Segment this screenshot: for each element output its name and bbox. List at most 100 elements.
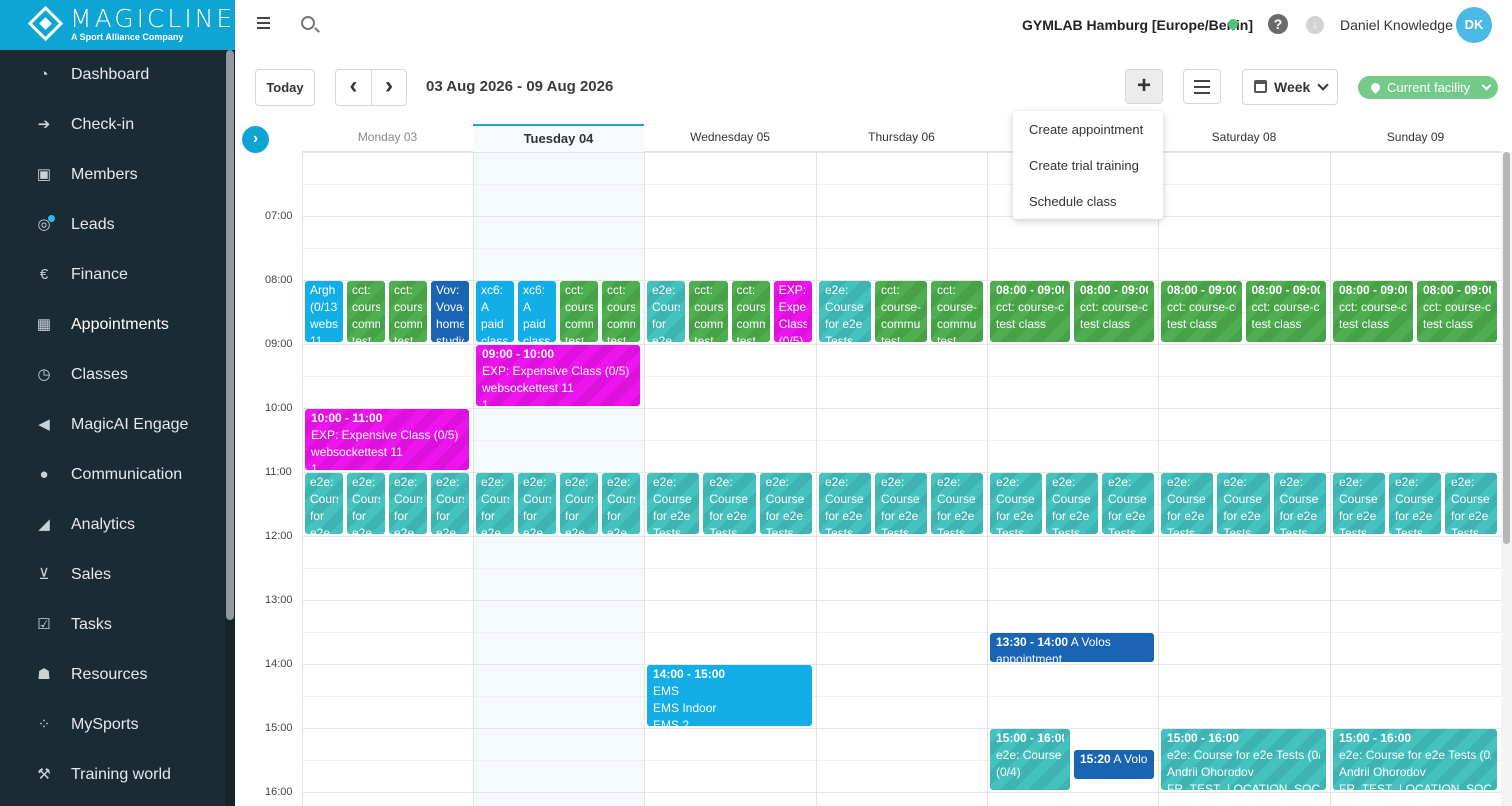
sidebar-item-leads[interactable]: ◎ Leads bbox=[0, 200, 228, 250]
day-header[interactable]: Thursday 06 bbox=[816, 124, 987, 152]
calendar-event[interactable]: cct: course-communication test class bbox=[731, 281, 770, 342]
calendar-event[interactable]: 10:00 - 11:00 EXP: Expensive Class (0/5) w… bbox=[305, 409, 469, 470]
calendar-event[interactable]: cct: course-communication test class bbox=[347, 281, 385, 342]
calendar-event[interactable]: 15:20 A Volos appointment bbox=[1074, 750, 1154, 780]
calendar-event[interactable]: 13:30 - 14:00 A Volos appointment bbox=[990, 633, 1154, 662]
calendar-event[interactable]: cct: course-communication test class bbox=[560, 281, 598, 342]
sidebar-item-sales[interactable]: ⊻ Sales bbox=[0, 550, 228, 600]
calendar-scrollbar-thumb[interactable] bbox=[1503, 152, 1510, 544]
sidebar-scrollbar-thumb[interactable] bbox=[226, 50, 234, 620]
add-button[interactable]: + bbox=[1125, 69, 1163, 104]
today-button[interactable]: Today bbox=[255, 69, 315, 106]
sidebar-item-finance[interactable]: € Finance bbox=[0, 250, 228, 300]
calendar-event[interactable]: cct: course-communication test class bbox=[931, 281, 983, 342]
calendar-event[interactable]: 09:00 - 10:00 EXP: Expensive Class (0/5) w… bbox=[476, 345, 640, 406]
sidebar-item-analytics[interactable]: ◢ Analytics bbox=[0, 500, 228, 550]
sidebar-item-magicai-engage[interactable]: ◀ MagicAI Engage bbox=[0, 400, 228, 450]
calendar-event[interactable]: e2e: Course for e2e Tests bbox=[819, 281, 871, 342]
sidebar-item-check-in[interactable]: ➔ Check-in bbox=[0, 100, 228, 150]
calendar-event[interactable]: e2e: Course for e2e Tests bbox=[990, 473, 1042, 534]
calendar-event[interactable]: e2e: Course for e2e Tests bbox=[1161, 473, 1214, 534]
day-header[interactable]: Monday 03 bbox=[302, 124, 473, 152]
calendar-event[interactable]: e2e: Course for e2e Tests bbox=[647, 473, 700, 534]
calendar-event[interactable]: e2e: Course for e2e Tests bbox=[431, 473, 469, 534]
day-header[interactable]: Saturday 08 bbox=[1158, 124, 1330, 152]
calendar-event[interactable]: e2e: Course for e2e Tests bbox=[389, 473, 427, 534]
calendar-event[interactable]: e2e: Course for e2e Tests bbox=[305, 473, 343, 534]
calendar-event[interactable]: 08:00 - 09:00 cct: course-communication te… bbox=[1333, 281, 1413, 342]
calendar-event[interactable]: 08:00 - 09:00 cct: course-communication te… bbox=[1074, 281, 1154, 342]
calendar-event[interactable]: cct: course-communication test class bbox=[689, 281, 728, 342]
menu-item-create-trial-training[interactable]: Create trial training bbox=[1029, 158, 1139, 174]
calendar-event[interactable]: e2e: Course for e2e Tests bbox=[1445, 473, 1497, 534]
sidebar-item-classes[interactable]: ◷ Classes bbox=[0, 350, 228, 400]
calendar-event[interactable]: cct: course-communication test class bbox=[875, 281, 927, 342]
day-header[interactable]: Wednesday 05 bbox=[644, 124, 816, 152]
facility-selector[interactable]: GYMLAB Hamburg [Europe/Berlin] bbox=[1022, 17, 1253, 33]
sidebar-item-resources[interactable]: ☗ Resources bbox=[0, 650, 228, 700]
calendar-event[interactable]: Vov: Vova-home studio bbox=[431, 281, 469, 342]
menu-item-schedule-class[interactable]: Schedule class bbox=[1029, 194, 1116, 210]
sidebar-scrollbar[interactable] bbox=[225, 50, 235, 806]
sidebar-item-training-world[interactable]: ⚒ Training world bbox=[0, 750, 228, 800]
expand-panel-button[interactable]: › bbox=[242, 126, 269, 153]
calendar-grid[interactable]: 07:00 08:00 09:00 10:00 11:00 12:00 13:00 14:00… bbox=[235, 152, 1501, 806]
help-icon[interactable]: ? bbox=[1268, 14, 1288, 34]
calendar-event[interactable]: 15:00 - 16:00 e2e: Course for e2e Tests (0… bbox=[990, 729, 1070, 790]
sidebar-item-tasks[interactable]: ☑ Tasks bbox=[0, 600, 228, 650]
calendar-event[interactable]: 08:00 - 09:00 cct: course-communication te… bbox=[1245, 281, 1326, 342]
prev-week-button[interactable]: ‹ bbox=[336, 70, 372, 105]
calendar-event[interactable]: e2e: Course for e2e Tests bbox=[560, 473, 598, 534]
check-in-icon: ➔ bbox=[37, 116, 51, 133]
calendar-event[interactable]: e2e: Course for e2e Tests bbox=[1046, 473, 1098, 534]
brand-tagline: A Sport Alliance Company bbox=[71, 32, 184, 42]
calendar-event[interactable]: e2e: Course for e2e Tests bbox=[875, 473, 927, 534]
calendar-event[interactable]: 14:00 - 15:00 EMS EMS Indoor EMS 2 bbox=[647, 665, 812, 726]
calendar-event[interactable]: cct: course-communication test class bbox=[389, 281, 427, 342]
calendar-event[interactable]: xc6: A paid classTHREE bbox=[476, 281, 514, 342]
calendar-event[interactable]: e2e: Course for e2e Tests bbox=[347, 473, 385, 534]
calendar-event[interactable]: 08:00 - 09:00 cct: course-communication te… bbox=[1161, 281, 1242, 342]
current-facility-filter[interactable]: Current facility bbox=[1358, 76, 1498, 99]
brand-logo[interactable]: MAGICLINE A Sport Alliance Company bbox=[0, 0, 235, 50]
calendar-event[interactable]: e2e: Course for e2e Tests bbox=[476, 473, 514, 534]
sidebar-item-members[interactable]: ▣ Members bbox=[0, 150, 228, 200]
calendar-event[interactable]: cct: course-communication test class bbox=[602, 281, 640, 342]
sidebar-item-dashboard[interactable]: ◔ Dashboard bbox=[0, 50, 228, 100]
calendar-event[interactable]: e2e: Course for e2e Tests bbox=[1102, 473, 1154, 534]
calendar-event[interactable]: 15:00 - 16:00 e2e: Course for e2e Tests (… bbox=[1161, 729, 1326, 790]
download-icon[interactable]: ↓ bbox=[1306, 16, 1324, 34]
calendar-event[interactable]: 15:00 - 16:00 e2e: Course for e2e Tests (… bbox=[1333, 729, 1497, 790]
calendar-event[interactable]: e2e: Course for e2e Tests bbox=[1273, 473, 1326, 534]
event-time: 08:00 - 09:00 bbox=[1339, 283, 1407, 297]
calendar-event[interactable]: e2e: Course for e2e Tests bbox=[1389, 473, 1441, 534]
search-icon[interactable] bbox=[301, 16, 315, 30]
view-selector[interactable]: Week bbox=[1242, 69, 1338, 105]
day-header[interactable]: Tuesday 04 bbox=[473, 124, 644, 152]
calendar-event[interactable]: 08:00 - 09:00 cct: course-communication te… bbox=[990, 281, 1070, 342]
menu-item-create-appointment[interactable]: Create appointment bbox=[1029, 122, 1143, 138]
calendar-event[interactable]: Argh (0/13) websocket 11 bbox=[305, 281, 343, 342]
calendar-event[interactable]: xc6: A paid classTHREE bbox=[518, 281, 556, 342]
sidebar-item-communication[interactable]: ● Communication bbox=[0, 450, 228, 500]
sidebar-item-mysports[interactable]: ⁘ MySports bbox=[0, 700, 228, 750]
calendar-event[interactable]: EXP: Expensive Class (0/5) bbox=[773, 281, 812, 342]
calendar-event[interactable]: e2e: Course for e2e Tests bbox=[759, 473, 812, 534]
avatar[interactable]: DK bbox=[1456, 7, 1492, 43]
calendar-event[interactable]: e2e: Course for e2e Tests bbox=[819, 473, 871, 534]
user-name[interactable]: Daniel Knowledge bbox=[1340, 17, 1453, 33]
menu-toggle-icon[interactable] bbox=[257, 17, 270, 19]
calendar-event[interactable]: 08:00 - 09:00 cct: course-communication te… bbox=[1417, 281, 1497, 342]
calendar-event[interactable]: e2e: Course for e2e bbox=[647, 281, 686, 342]
calendar-event[interactable]: e2e: Course for e2e Tests bbox=[1217, 473, 1270, 534]
calendar-event[interactable]: e2e: Course for e2e Tests bbox=[1333, 473, 1385, 534]
next-week-button[interactable]: › bbox=[372, 70, 406, 105]
calendar-event[interactable]: e2e: Course for e2e Tests bbox=[703, 473, 756, 534]
calendar-event[interactable]: e2e: Course for e2e Tests bbox=[518, 473, 556, 534]
calendar-event[interactable]: e2e: Course for e2e Tests bbox=[931, 473, 983, 534]
sidebar-item-appointments[interactable]: ▦ Appointments bbox=[0, 300, 228, 350]
filter-settings-button[interactable] bbox=[1183, 69, 1221, 104]
calendar-event[interactable]: e2e: Course for e2e Tests bbox=[602, 473, 640, 534]
day-header[interactable]: Sunday 09 bbox=[1330, 124, 1501, 152]
calendar-scrollbar[interactable] bbox=[1501, 152, 1512, 806]
